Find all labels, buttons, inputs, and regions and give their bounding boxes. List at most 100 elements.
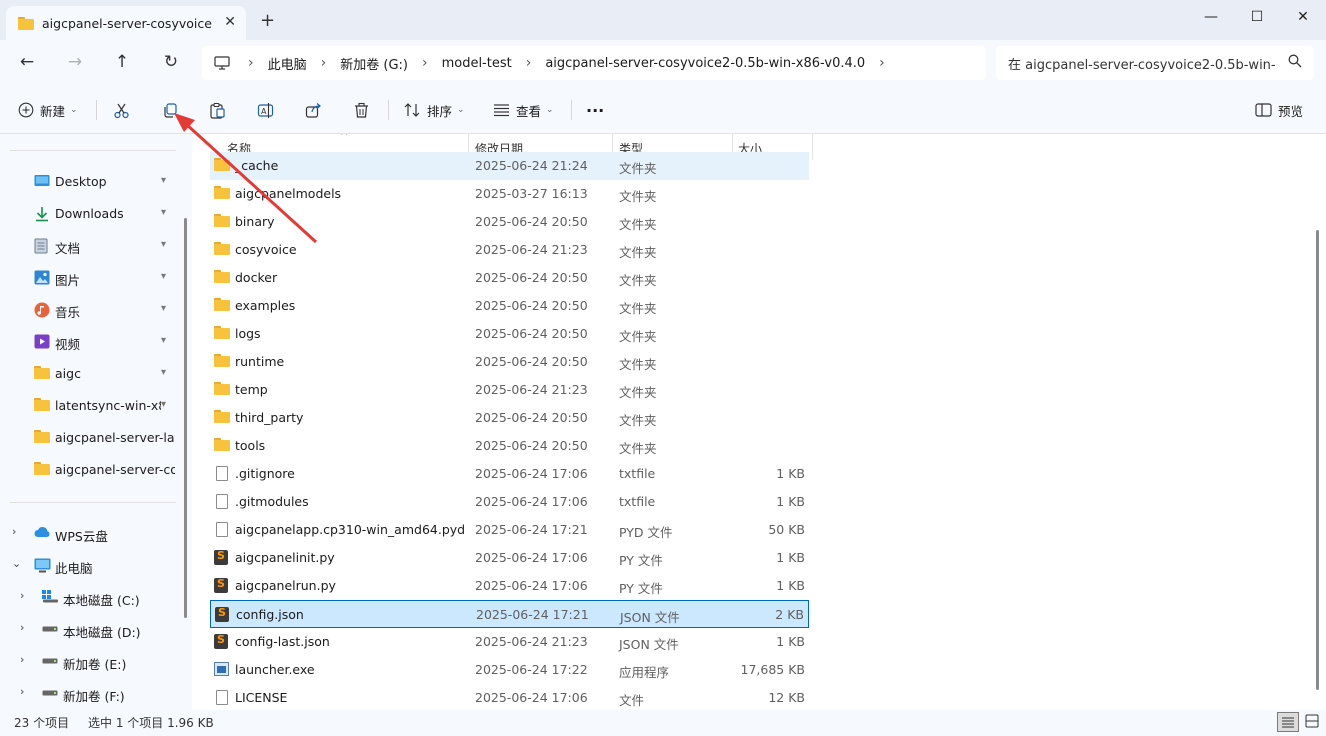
tiles-view-button[interactable]	[1302, 712, 1324, 732]
details-view-button[interactable]	[1277, 712, 1299, 732]
tab-current-folder[interactable]: aigcpanel-server-cosyvoice2-0 ✕	[6, 6, 246, 40]
chevron-down-icon[interactable]: ⌄	[12, 557, 21, 570]
sidebar-item-latentsync[interactable]: latentsync-win-x86 ▾	[0, 392, 180, 420]
file-row[interactable]: examples 2025-06-24 20:50 文件夹	[210, 292, 809, 320]
new-button[interactable]: 新建 ⌄	[18, 98, 78, 122]
file-row[interactable]: aigcpanelmodels 2025-03-27 16:13 文件夹	[210, 180, 809, 208]
file-row[interactable]: cosyvoice 2025-06-24 21:23 文件夹	[210, 236, 809, 264]
folder-icon	[34, 462, 50, 475]
up-button[interactable]: ↑	[108, 50, 136, 76]
sidebar-item-drive-d[interactable]: › 本地磁盘 (D:)	[0, 616, 180, 644]
rename-button[interactable]: A	[257, 98, 274, 122]
minimize-button[interactable]: —	[1188, 4, 1234, 32]
file-date: 2025-06-24 20:50	[475, 410, 588, 425]
sidebar-item-documents[interactable]: 文档 ▾	[0, 232, 180, 260]
sidebar-item-pictures[interactable]: 图片 ▾	[0, 264, 180, 292]
sidebar-scrollbar[interactable]	[184, 218, 187, 618]
breadcrumb-model-test[interactable]: model-test	[442, 56, 512, 71]
chevron-right-icon[interactable]: ›	[12, 525, 16, 538]
sidebar-item-aigcpanel-latentsync[interactable]: aigcpanel-server-latentsync	[0, 424, 180, 452]
file-row[interactable]: config-last.json 2025-06-24 21:23 JSON 文件 1…	[210, 628, 809, 656]
file-type: PY 文件	[619, 553, 663, 568]
file-row[interactable]: logs 2025-06-24 20:50 文件夹	[210, 320, 809, 348]
paste-button[interactable]	[209, 98, 226, 122]
file-row[interactable]: .gitmodules 2025-06-24 17:06 txtfile 1 KB	[210, 488, 809, 516]
file-row[interactable]: third_party 2025-06-24 20:50 文件夹	[210, 404, 809, 432]
share-icon	[305, 102, 321, 118]
sidebar-item-drive-f[interactable]: › 新加卷 (F:)	[0, 680, 180, 708]
file-list-scrollbar[interactable]	[1316, 230, 1319, 690]
pin-icon: ▾	[161, 335, 167, 346]
tab-close-button[interactable]: ✕	[224, 14, 236, 30]
breadcrumb-current-folder[interactable]: aigcpanel-server-cosyvoice2-0.5b-win-x86…	[545, 56, 865, 71]
close-window-button[interactable]: ✕	[1280, 4, 1326, 32]
copy-icon	[164, 102, 177, 118]
chevron-right-icon[interactable]: ›	[20, 653, 24, 666]
new-tab-button[interactable]: +	[260, 10, 275, 31]
copy-button[interactable]	[162, 98, 179, 122]
search-input[interactable]: 在 aigcpanel-server-cosyvoice2-0.5b-win-x…	[1008, 54, 1276, 73]
file-type: 文件夹	[619, 217, 657, 232]
address-bar[interactable]: › 此电脑 › 新加卷 (G:) › model-test › aigcpane…	[202, 46, 986, 80]
breadcrumb-separator: ›	[525, 55, 532, 71]
drive-icon	[42, 626, 58, 632]
file-name: LICENSE	[235, 690, 288, 705]
preview-pane-button[interactable]: 预览	[1255, 98, 1303, 122]
sidebar-item-label: WPS云盘	[55, 529, 108, 544]
file-row[interactable]: docker 2025-06-24 20:50 文件夹	[210, 264, 809, 292]
chevron-right-icon[interactable]: ›	[20, 589, 24, 602]
file-row[interactable]: _cache 2025-06-24 21:24 文件夹	[210, 152, 809, 180]
delete-button[interactable]	[353, 98, 370, 122]
sidebar-item-label: aigcpanel-server-cosyvoice2	[55, 462, 175, 477]
file-row[interactable]: launcher.exe 2025-06-24 17:22 应用程序 17,685 K…	[210, 656, 809, 684]
share-button[interactable]	[305, 98, 322, 122]
scissors-icon	[114, 103, 129, 118]
file-row[interactable]: aigcpanelapp.cp310-win_amd64.pyd 2025-06-…	[210, 516, 809, 544]
cut-button[interactable]	[113, 98, 130, 122]
sidebar-item-drive-c[interactable]: › 本地磁盘 (C:)	[0, 584, 180, 612]
sidebar-item-label: 此电脑	[55, 561, 93, 576]
sidebar-item-videos[interactable]: 视频 ▾	[0, 328, 180, 356]
sidebar-item-desktop[interactable]: Desktop ▾	[0, 168, 180, 196]
selection-info: 选中 1 个项目 1.96 KB	[88, 716, 214, 730]
sidebar-item-drive-e[interactable]: › 新加卷 (E:)	[0, 648, 180, 676]
file-row[interactable]: aigcpanelrun.py 2025-06-24 17:06 PY 文件 1 KB	[210, 572, 809, 600]
file-row[interactable]: tools 2025-06-24 20:50 文件夹	[210, 432, 809, 460]
maximize-button[interactable]: ☐	[1234, 4, 1280, 32]
sidebar-item-music[interactable]: 音乐 ▾	[0, 296, 180, 324]
column-divider[interactable]	[812, 134, 813, 160]
sidebar-item-downloads[interactable]: Downloads ▾	[0, 200, 180, 228]
file-name: aigcpanelmodels	[235, 186, 342, 201]
file-name: config-last.json	[235, 634, 330, 649]
divider	[388, 100, 389, 120]
details-view-icon	[1282, 717, 1294, 728]
refresh-button[interactable]: ↻	[157, 50, 185, 76]
file-row[interactable]: config.json 2025-06-24 17:21 JSON 文件 2 KB	[210, 600, 809, 628]
file-row[interactable]: .gitignore 2025-06-24 17:06 txtfile 1 KB	[210, 460, 809, 488]
view-button[interactable]: 查看 ⌄	[493, 98, 554, 122]
sidebar-item-aigcpanel-cosyvoice[interactable]: aigcpanel-server-cosyvoice2	[0, 456, 180, 484]
file-row[interactable]: runtime 2025-06-24 20:50 文件夹	[210, 348, 809, 376]
file-icon	[216, 690, 228, 705]
forward-button[interactable]: →	[61, 50, 89, 76]
file-size: 50 KB	[768, 522, 805, 537]
back-button[interactable]: ←	[13, 50, 41, 76]
search-box[interactable]: 在 aigcpanel-server-cosyvoice2-0.5b-win-x…	[996, 46, 1314, 80]
breadcrumb-this-pc[interactable]: 此电脑	[268, 54, 307, 73]
file-row[interactable]: LICENSE 2025-06-24 17:06 文件 12 KB	[210, 684, 809, 710]
file-size: 17,685 KB	[740, 662, 805, 677]
file-row[interactable]: aigcpanelinit.py 2025-06-24 17:06 PY 文件 1 K…	[210, 544, 809, 572]
more-options-button[interactable]: ···	[586, 98, 604, 122]
file-row[interactable]: temp 2025-06-24 21:23 文件夹	[210, 376, 809, 404]
breadcrumb-drive-g[interactable]: 新加卷 (G:)	[340, 54, 408, 73]
chevron-down-icon: ⌄	[546, 105, 554, 115]
sort-button[interactable]: 排序 ⌄	[404, 98, 465, 122]
chevron-right-icon[interactable]: ›	[20, 685, 24, 698]
sidebar-item-aigc[interactable]: aigc ▾	[0, 360, 180, 388]
file-row[interactable]: binary 2025-06-24 20:50 文件夹	[210, 208, 809, 236]
folder-icon	[214, 186, 230, 199]
file-size: 1 KB	[776, 550, 805, 565]
chevron-right-icon[interactable]: ›	[20, 621, 24, 634]
sidebar-item-this-pc[interactable]: ⌄ 此电脑	[0, 552, 180, 580]
sidebar-item-wps-cloud[interactable]: › WPS云盘	[0, 520, 180, 548]
